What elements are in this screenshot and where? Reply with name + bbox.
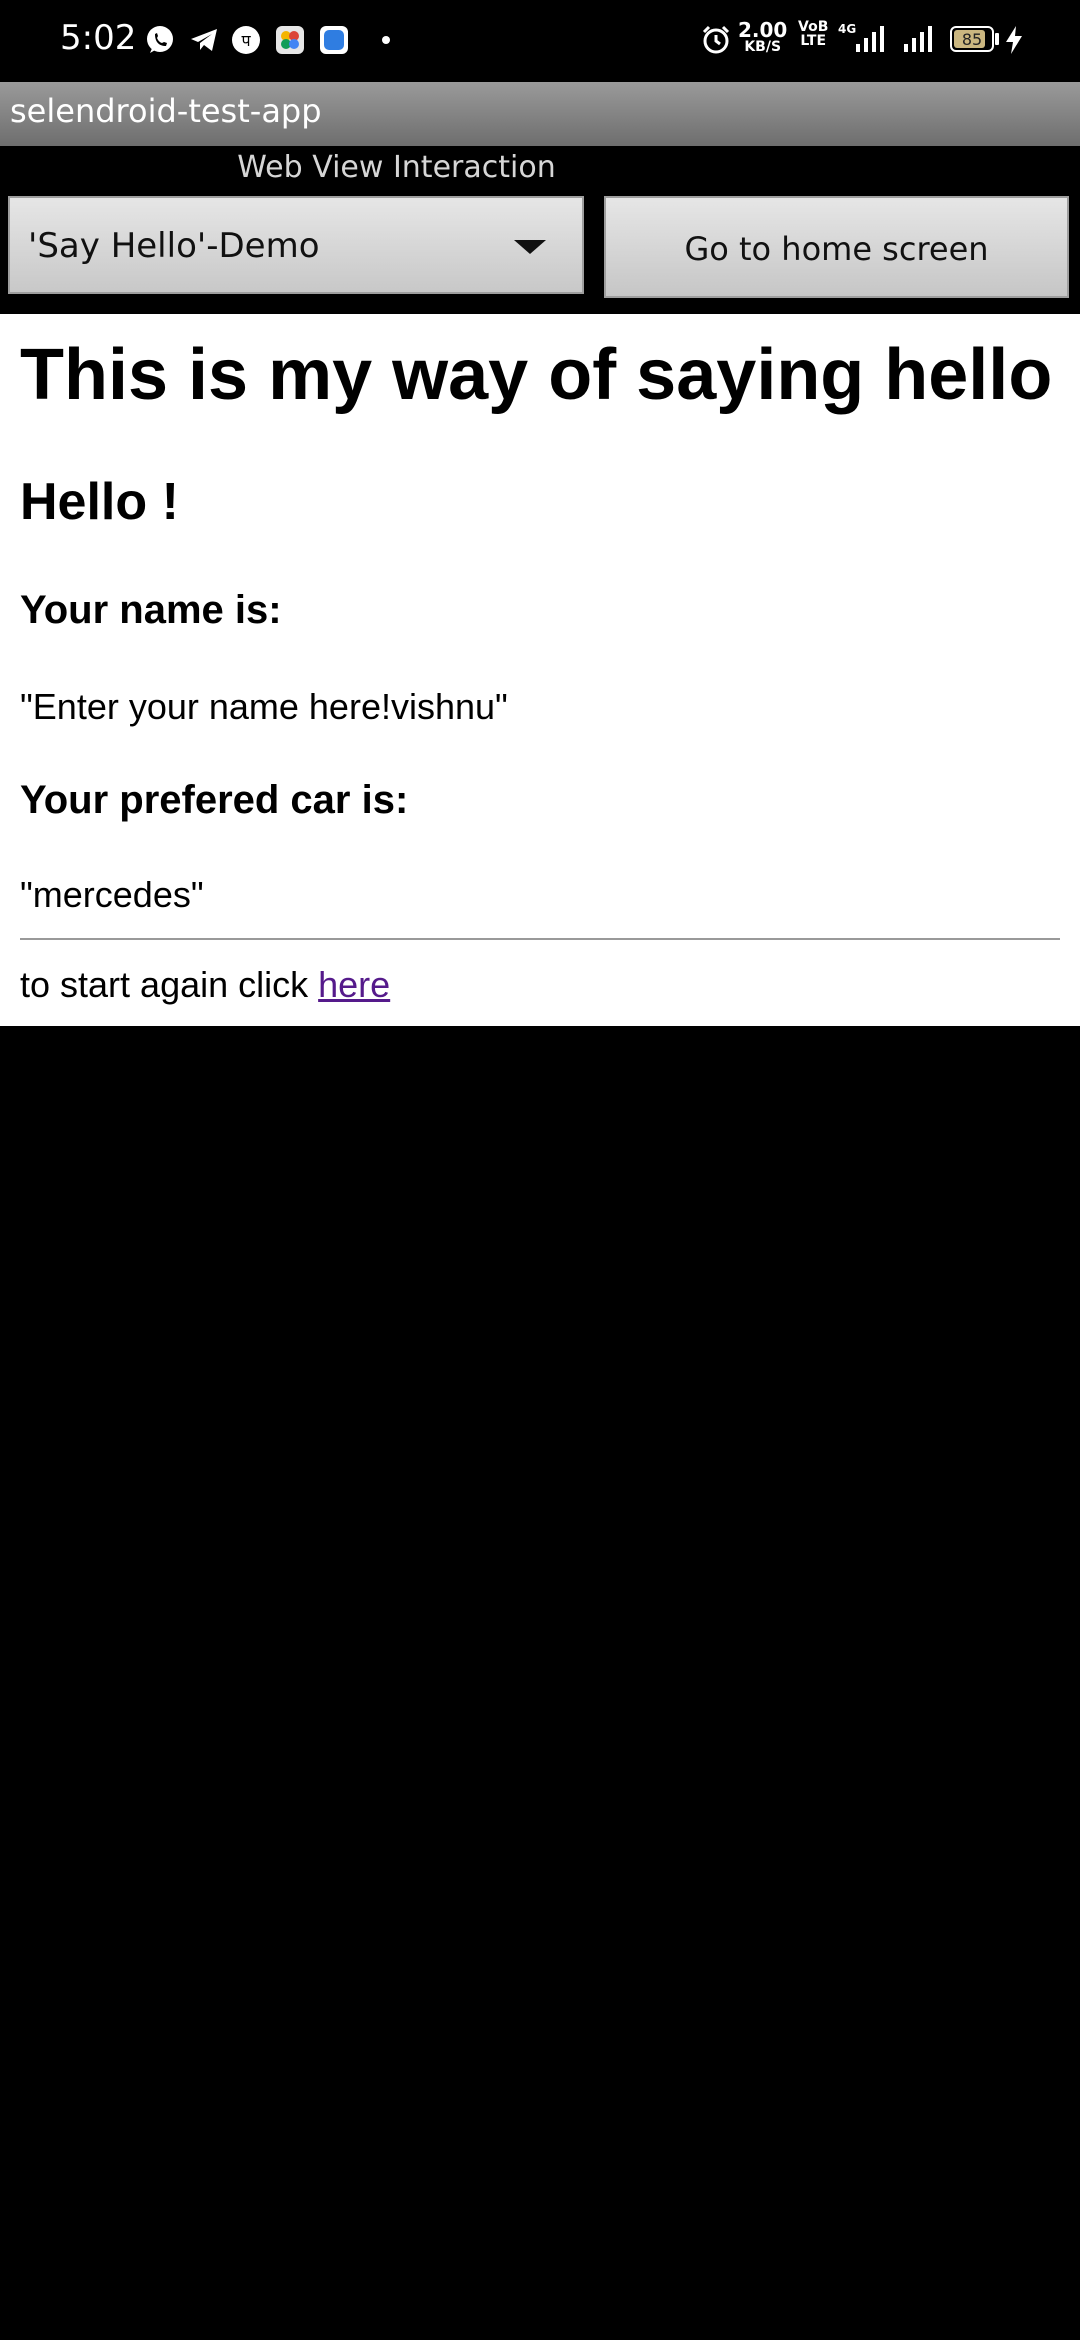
volte-indicator: VoB LTE — [798, 20, 828, 48]
network-speed: 2.00 KB/S — [738, 20, 787, 54]
web-view: This is my way of saying hello Hello ! Y… — [0, 314, 1080, 1026]
restart-line: to start again click here — [20, 964, 390, 1006]
photos-icon — [276, 26, 304, 54]
go-home-label: Go to home screen — [684, 230, 989, 268]
app-title-bar: selendroid-test-app — [0, 82, 1080, 146]
signal-icon — [856, 26, 884, 52]
go-home-button[interactable]: Go to home screen — [604, 196, 1069, 298]
volte-top: VoB — [798, 19, 829, 35]
alarm-icon — [702, 25, 730, 54]
restart-text: to start again click — [20, 964, 319, 1005]
name-value: "Enter your name here!vishnu" — [20, 686, 508, 727]
speed-value: 2.00 — [738, 18, 788, 42]
battery-tip — [995, 33, 999, 45]
volte-bottom: LTE — [800, 33, 827, 49]
svg-text:प: प — [241, 31, 251, 50]
dropdown-arrow-icon — [514, 240, 546, 254]
web-view-controls: Web View Interaction 'Say Hello'-Demo Go… — [0, 146, 1080, 314]
status-time: 5:02 — [60, 18, 137, 58]
speed-unit: KB/S — [744, 39, 782, 55]
activity-title: Web View Interaction — [237, 150, 556, 185]
divider — [20, 938, 1060, 940]
battery-level: 85 — [961, 30, 983, 49]
notification-dot-icon — [382, 36, 390, 44]
name-label: Your name is: — [20, 588, 282, 632]
status-bar: 5:02 प 2.00 KB/S VoB LTE 4G 85 — [0, 0, 1080, 82]
charging-icon — [1006, 26, 1022, 54]
battery-icon: 85 — [950, 26, 994, 52]
phonepe-icon: प — [232, 26, 260, 54]
whatsapp-icon — [147, 26, 173, 53]
telegram-icon — [191, 29, 217, 51]
page-heading: This is my way of saying hello — [20, 335, 1053, 415]
restart-link[interactable]: here — [318, 964, 390, 1005]
greeting-heading: Hello ! — [20, 473, 179, 531]
spinner-value: 'Say Hello'-Demo — [28, 226, 320, 266]
demo-spinner[interactable]: 'Say Hello'-Demo — [8, 196, 584, 294]
car-label: Your prefered car is: — [20, 778, 409, 822]
app-title: selendroid-test-app — [10, 92, 322, 130]
signal-2-icon — [904, 26, 932, 52]
app-icon — [320, 26, 348, 54]
car-value: "mercedes" — [20, 874, 204, 915]
